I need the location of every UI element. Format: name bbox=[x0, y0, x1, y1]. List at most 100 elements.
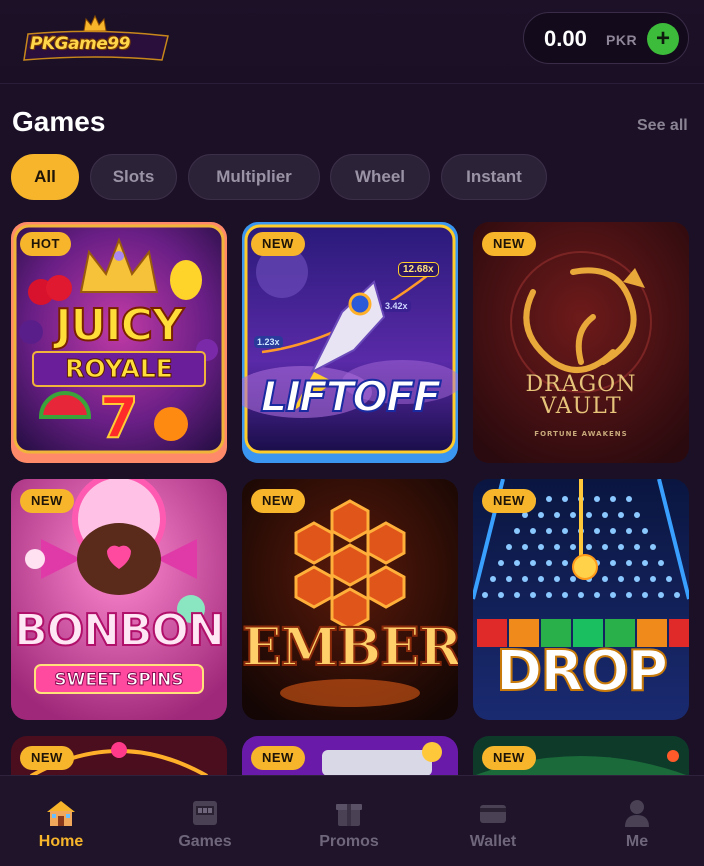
game-tile-liftoff[interactable]: 12.68x 3.42x 1.23x LIFTOFF NEW bbox=[242, 222, 458, 463]
game-title: JUICY bbox=[54, 299, 185, 352]
peg bbox=[554, 512, 560, 518]
peg bbox=[538, 544, 544, 550]
game-tile-dragon-vault[interactable]: DRAGON VAULT FORTUNE AWAKENS NEW bbox=[473, 222, 689, 463]
game-title: DROP bbox=[495, 638, 669, 705]
game-badge: NEW bbox=[482, 489, 536, 513]
peg bbox=[530, 592, 536, 598]
add-funds-button[interactable]: + bbox=[647, 23, 679, 55]
multiplier-label: 1.23x bbox=[254, 336, 283, 348]
game-badge: NEW bbox=[251, 489, 305, 513]
game-subtitle: SWEET SPINS bbox=[54, 670, 184, 691]
slot-machine-icon bbox=[193, 801, 217, 825]
peg bbox=[634, 576, 640, 582]
nav-item-me[interactable]: Me bbox=[587, 776, 687, 866]
filter-chip-wheel[interactable]: Wheel bbox=[330, 154, 430, 200]
game-tile-bonbon[interactable]: BONBON SWEET SPINS NEW bbox=[11, 479, 227, 720]
nav-item-games[interactable]: Games bbox=[155, 776, 255, 866]
peg bbox=[562, 528, 568, 534]
peg bbox=[570, 512, 576, 518]
peg bbox=[498, 560, 504, 566]
game-tile-juicy-royale[interactable]: JUICY ROYALE 7 HOT bbox=[11, 222, 227, 463]
nav-item-wallet[interactable]: Wallet bbox=[443, 776, 543, 866]
game-tile-drop[interactable]: DROP NEW bbox=[473, 479, 689, 720]
peg bbox=[618, 512, 624, 518]
person-icon bbox=[625, 800, 649, 827]
game-tagline: FORTUNE AWAKENS bbox=[534, 430, 628, 438]
peg bbox=[570, 544, 576, 550]
peg bbox=[546, 560, 552, 566]
multiplier-label: 3.42x bbox=[382, 300, 411, 312]
peg bbox=[594, 592, 600, 598]
peg bbox=[506, 544, 512, 550]
peg bbox=[602, 576, 608, 582]
balance-pill[interactable]: 0.00 PKR + bbox=[523, 12, 689, 64]
game-tile[interactable]: NEW bbox=[242, 736, 458, 776]
peg bbox=[586, 512, 592, 518]
dragon-vault-art bbox=[473, 222, 689, 463]
peg bbox=[610, 592, 616, 598]
peg bbox=[650, 544, 656, 550]
peg bbox=[570, 576, 576, 582]
nav-label: Wallet bbox=[469, 833, 517, 850]
peg bbox=[522, 544, 528, 550]
game-badge: NEW bbox=[20, 489, 74, 513]
peg bbox=[498, 592, 504, 598]
logo-text: PKGame99 bbox=[30, 34, 130, 54]
peg bbox=[618, 576, 624, 582]
peg bbox=[650, 576, 656, 582]
peg bbox=[514, 528, 520, 534]
peg bbox=[626, 496, 632, 502]
peg bbox=[618, 544, 624, 550]
filter-chip-slots[interactable]: Slots bbox=[90, 154, 177, 200]
balance-amount: 0.00 bbox=[544, 26, 587, 51]
game-tile[interactable]: NEW bbox=[11, 736, 227, 776]
peg bbox=[626, 528, 632, 534]
peg bbox=[562, 592, 568, 598]
filter-chip-all[interactable]: All bbox=[11, 154, 79, 200]
peg bbox=[634, 512, 640, 518]
peg bbox=[626, 560, 632, 566]
peg bbox=[642, 528, 648, 534]
peg bbox=[538, 576, 544, 582]
app-header: PKGame99 0.00 PKR + bbox=[0, 0, 704, 84]
gift-icon bbox=[336, 804, 362, 826]
peg bbox=[506, 576, 512, 582]
see-all-link[interactable]: See all bbox=[637, 117, 688, 135]
game-tile[interactable]: NEW bbox=[473, 736, 689, 776]
peg bbox=[554, 576, 560, 582]
filter-chip-instant[interactable]: Instant bbox=[441, 154, 547, 200]
peg bbox=[546, 496, 552, 502]
peg bbox=[642, 592, 648, 598]
bottom-navigation: Home Games Promos Wallet Me bbox=[0, 775, 704, 866]
game-badge: NEW bbox=[20, 746, 74, 770]
peg bbox=[538, 512, 544, 518]
brand-logo[interactable]: PKGame99 bbox=[22, 14, 172, 66]
game-title: LIFTOFF bbox=[260, 371, 443, 422]
peg bbox=[578, 592, 584, 598]
game-tile-ember[interactable]: EMBER NEW bbox=[242, 479, 458, 720]
peg bbox=[594, 528, 600, 534]
peg bbox=[594, 496, 600, 502]
peg bbox=[586, 544, 592, 550]
nav-item-promos[interactable]: Promos bbox=[299, 776, 399, 866]
peg bbox=[666, 576, 672, 582]
filter-chip-multiplier[interactable]: Multiplier bbox=[188, 154, 320, 200]
peg bbox=[490, 576, 496, 582]
peg bbox=[530, 560, 536, 566]
peg bbox=[610, 528, 616, 534]
nav-item-home[interactable]: Home bbox=[11, 776, 111, 866]
multiplier-label: 12.68x bbox=[398, 262, 439, 277]
peg bbox=[634, 544, 640, 550]
game-subtitle: ROYALE bbox=[65, 354, 174, 384]
peg bbox=[674, 592, 680, 598]
peg bbox=[530, 528, 536, 534]
peg bbox=[610, 496, 616, 502]
peg bbox=[554, 544, 560, 550]
nav-label: Promos bbox=[319, 833, 379, 850]
peg bbox=[514, 560, 520, 566]
peg bbox=[658, 560, 664, 566]
peg bbox=[602, 544, 608, 550]
peg bbox=[626, 592, 632, 598]
game-title: EMBER bbox=[242, 616, 458, 679]
game-subtitle: VAULT bbox=[540, 394, 622, 419]
